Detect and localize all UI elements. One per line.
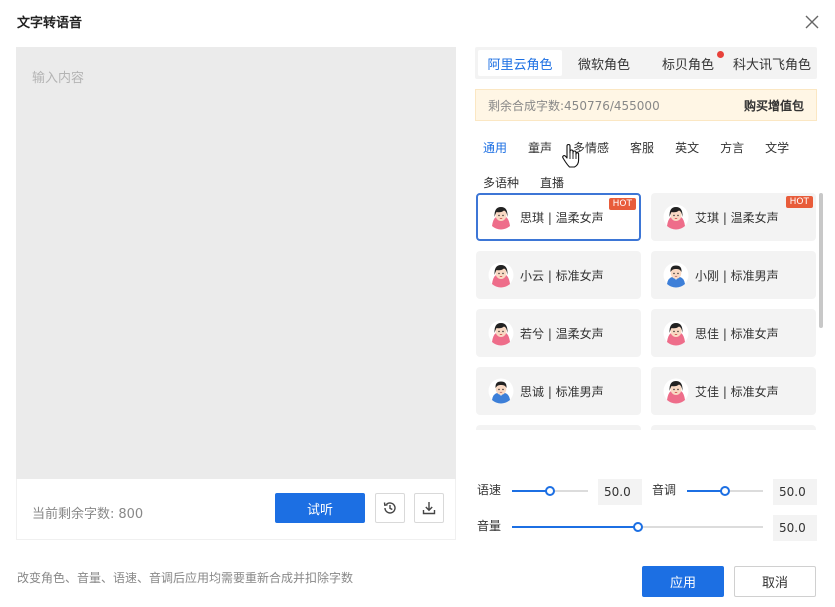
tab-iflytek[interactable]: 科大讯飞角色 bbox=[730, 50, 814, 76]
voice-name: 思诚 | 标准男声 bbox=[520, 384, 604, 399]
voice-grid: 思琪 | 温柔女声 HOT 艾琪 | 温柔女声 HOT 小云 | 标准女声 小刚 | 标准… bbox=[476, 193, 818, 430]
tab-label: 科大讯飞角色 bbox=[732, 57, 811, 73]
voice-name: 思琪 | 温柔女声 bbox=[520, 210, 604, 225]
listen-button[interactable]: 试听 bbox=[275, 493, 365, 523]
apply-button[interactable]: 应用 bbox=[642, 566, 724, 597]
speed-thumb[interactable] bbox=[545, 486, 555, 496]
female-avatar-icon bbox=[488, 204, 514, 230]
voice-card[interactable]: 思佳 | 标准女声 bbox=[651, 309, 816, 357]
category-english[interactable]: 英文 bbox=[667, 134, 707, 161]
female-avatar-icon bbox=[488, 262, 514, 288]
download-button[interactable] bbox=[414, 493, 444, 523]
close-icon[interactable] bbox=[803, 13, 821, 31]
voice-name: 艾佳 | 标准女声 bbox=[695, 384, 779, 399]
category-live[interactable]: 直播 bbox=[532, 169, 572, 196]
pitch-value[interactable]: 50.0 bbox=[773, 479, 817, 505]
pitch-thumb[interactable] bbox=[720, 486, 730, 496]
provider-tabs: 阿里云角色 微软角色 标贝角色 科大讯飞角色 bbox=[475, 47, 817, 79]
voice-card[interactable]: 小刚 | 标准男声 bbox=[651, 251, 816, 299]
voice-card[interactable]: 若兮 | 温柔女声 bbox=[476, 309, 641, 357]
text-input[interactable] bbox=[16, 47, 456, 479]
male-avatar-icon bbox=[488, 378, 514, 404]
voice-card[interactable]: 思诚 | 标准男声 bbox=[476, 367, 641, 415]
download-icon bbox=[422, 502, 436, 515]
tab-label: 阿里云角色 bbox=[487, 57, 553, 73]
editor-footer: 当前剩余字数: 800 试听 bbox=[16, 479, 456, 540]
pitch-slider[interactable] bbox=[687, 486, 763, 496]
category-child[interactable]: 童声 bbox=[520, 134, 560, 161]
volume-slider[interactable] bbox=[512, 522, 763, 532]
volume-value[interactable]: 50.0 bbox=[773, 515, 817, 541]
volume-thumb[interactable] bbox=[632, 522, 643, 532]
voice-name: 若兮 | 温柔女声 bbox=[520, 326, 604, 341]
notification-dot bbox=[717, 51, 724, 58]
tab-label: 标贝角色 bbox=[661, 57, 714, 73]
scrollbar[interactable] bbox=[819, 193, 823, 328]
pitch-label: 音调 bbox=[652, 483, 677, 497]
remaining-words: 当前剩余字数: 800 bbox=[32, 503, 143, 522]
speed-value[interactable]: 50.0 bbox=[598, 479, 642, 505]
hand-cursor-icon bbox=[562, 143, 580, 168]
voice-card[interactable] bbox=[651, 425, 816, 430]
category-dialect[interactable]: 方言 bbox=[712, 134, 752, 161]
voice-name: 艾琪 | 温柔女声 bbox=[695, 210, 779, 225]
volume-fill bbox=[512, 526, 638, 528]
female-avatar-icon bbox=[663, 320, 689, 346]
category-general[interactable]: 通用 bbox=[475, 134, 515, 161]
category-service[interactable]: 客服 bbox=[622, 134, 662, 161]
voice-card[interactable]: 艾琪 | 温柔女声 HOT bbox=[651, 193, 816, 241]
quota-text: 剩余合成字数:450776/455000 bbox=[488, 98, 660, 113]
voice-card[interactable] bbox=[476, 425, 641, 430]
voice-name: 小刚 | 标准男声 bbox=[695, 268, 779, 283]
history-icon bbox=[383, 502, 396, 514]
remaining-label: 当前剩余字数: bbox=[32, 507, 115, 522]
tab-microsoft[interactable]: 微软角色 bbox=[562, 50, 646, 76]
footer-note: 改变角色、音量、语速、音调后应用均需要重新合成并扣除字数 bbox=[17, 571, 354, 585]
category-multilingual[interactable]: 多语种 bbox=[475, 169, 527, 196]
female-avatar-icon bbox=[663, 378, 689, 404]
female-avatar-icon bbox=[663, 204, 689, 230]
voice-name: 思佳 | 标准女声 bbox=[695, 326, 779, 341]
hot-badge: HOT bbox=[785, 196, 813, 208]
voice-card[interactable]: 思琪 | 温柔女声 HOT bbox=[476, 193, 641, 241]
quota-bar: 剩余合成字数:450776/455000 购买增值包 bbox=[475, 89, 817, 121]
speed-label: 语速 bbox=[477, 483, 502, 497]
voice-card[interactable]: 小云 | 标准女声 bbox=[476, 251, 641, 299]
voice-card[interactable]: 艾佳 | 标准女声 bbox=[651, 367, 816, 415]
text-editor-area bbox=[16, 47, 456, 479]
pitch-slider-row: 音调 bbox=[652, 481, 686, 498]
volume-label: 音量 bbox=[477, 519, 502, 533]
voice-name: 小云 | 标准女声 bbox=[520, 268, 604, 283]
dialog-title: 文字转语音 bbox=[17, 16, 83, 31]
cancel-button[interactable]: 取消 bbox=[734, 566, 816, 597]
speed-slider[interactable] bbox=[512, 486, 588, 496]
hot-badge: HOT bbox=[608, 198, 636, 210]
buy-package-link[interactable]: 购买增值包 bbox=[744, 97, 804, 114]
tab-biaobei[interactable]: 标贝角色 bbox=[646, 50, 730, 76]
speed-slider-row: 语速 bbox=[477, 481, 511, 498]
category-literature[interactable]: 文学 bbox=[757, 134, 797, 161]
female-avatar-icon bbox=[488, 320, 514, 346]
volume-slider-row: 音量 bbox=[477, 517, 511, 534]
tab-aliyun[interactable]: 阿里云角色 bbox=[478, 50, 562, 76]
tab-label: 微软角色 bbox=[577, 57, 630, 73]
male-avatar-icon bbox=[663, 262, 689, 288]
remaining-count: 800 bbox=[118, 507, 144, 522]
history-button[interactable] bbox=[375, 493, 405, 523]
